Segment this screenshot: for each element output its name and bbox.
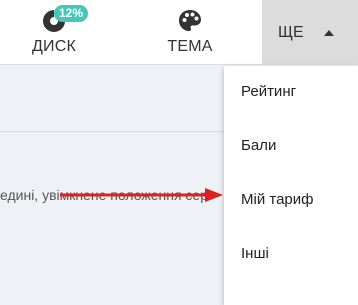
- nav-disk-label: ДИСК: [31, 38, 76, 55]
- annotation-arrow: [60, 188, 223, 202]
- nav-more-button[interactable]: ЩЕ: [262, 0, 358, 65]
- top-navigation-bar: ДИСК 12% ТЕМА ЩЕ: [0, 0, 358, 65]
- menu-item-rating[interactable]: Рейтинг: [241, 83, 296, 100]
- menu-item-other[interactable]: Інші: [241, 245, 269, 262]
- nav-theme[interactable]: ТЕМА: [158, 0, 222, 65]
- menu-item-points[interactable]: Бали: [241, 137, 276, 154]
- disk-usage-badge: 12%: [54, 5, 89, 22]
- nav-theme-label: ТЕМА: [167, 38, 213, 55]
- nav-more-label: ЩЕ: [278, 23, 304, 41]
- palette-icon: [177, 8, 203, 34]
- caret-up-icon: [323, 29, 334, 36]
- more-dropdown-menu: Рейтинг Бали Мій тариф Інші: [224, 66, 358, 305]
- menu-item-my-plan[interactable]: Мій тариф: [241, 191, 313, 208]
